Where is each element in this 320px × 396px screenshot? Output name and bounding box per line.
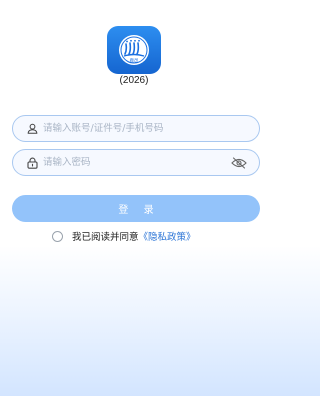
user-icon [26, 123, 38, 135]
privacy-policy-link[interactable]: 《隐私政策》 [139, 229, 196, 243]
login-button[interactable]: 登 录 [12, 195, 260, 222]
password-field[interactable] [12, 149, 260, 176]
app-logo-text: 鹿邑 [130, 57, 139, 64]
agreement-row: 我已阅读并同意 《隐私政策》 [52, 229, 196, 243]
account-field[interactable] [12, 115, 260, 142]
lock-icon [26, 157, 38, 169]
app-logo: 鹿邑 [107, 26, 161, 74]
eye-off-icon[interactable] [231, 156, 247, 169]
account-input[interactable] [43, 118, 259, 139]
agreement-checkbox[interactable] [52, 230, 63, 242]
version-label: (2026) [119, 75, 149, 86]
agreement-text: 我已阅读并同意 [72, 232, 139, 243]
password-input[interactable] [43, 152, 231, 173]
app-logo-icon: 鹿邑 [119, 35, 149, 65]
